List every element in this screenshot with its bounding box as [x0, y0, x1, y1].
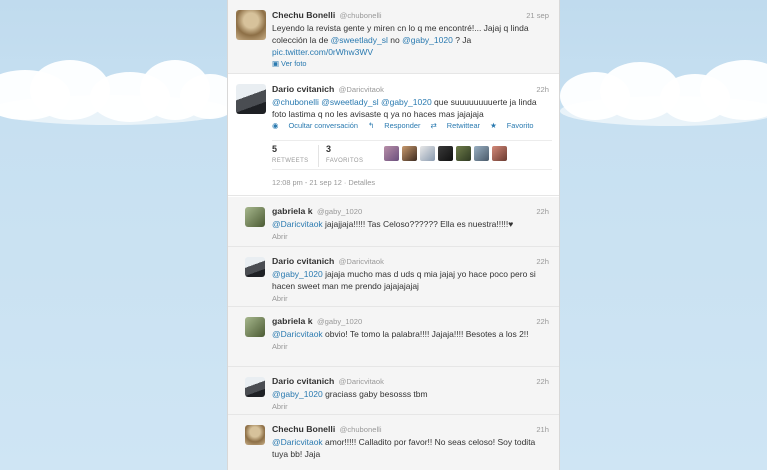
- hide-conversation-label: Ocultar conversación: [288, 121, 358, 130]
- tweet-text: Leyendo la revista gente y miren cn lo q…: [272, 22, 549, 58]
- avatar[interactable]: [245, 425, 265, 445]
- tweet-text: @Daricvitaok jajajjaja!!!!! Tas Celoso??…: [272, 218, 549, 230]
- star-icon: ★: [490, 121, 497, 130]
- reply-button[interactable]: ↰ Responder: [368, 121, 420, 130]
- favoriter-avatar[interactable]: [492, 146, 507, 161]
- tweet-text-part: ? Ja: [455, 35, 472, 45]
- tweet-text-part: jajajjaja!!!!! Tas Celoso?????? Ella es …: [325, 219, 514, 229]
- favoriter-avatar[interactable]: [420, 146, 435, 161]
- favoriter-avatar[interactable]: [456, 146, 471, 161]
- author-handle[interactable]: @gaby_1020: [317, 207, 362, 216]
- tweet-text-part: graciass gaby besosss tbm: [325, 389, 428, 399]
- author-name[interactable]: gabriela k: [272, 206, 313, 216]
- tweet-time[interactable]: 21h: [536, 424, 549, 435]
- retweet-label: Retwittear: [446, 121, 481, 130]
- retweets-stat[interactable]: 5 RETWEETS: [272, 144, 309, 164]
- favorites-stat[interactable]: 3 FAVORITOS: [326, 144, 363, 164]
- author-name[interactable]: Dario cvitanich: [272, 376, 334, 386]
- mention-link[interactable]: @Daricvitaok: [272, 437, 323, 447]
- author-handle[interactable]: @chubonelli: [340, 11, 382, 20]
- mention-link[interactable]: @gaby_1020: [381, 97, 432, 107]
- retweets-count: 5: [272, 144, 278, 154]
- tweet-text: @gaby_1020 jajaja mucho mas d uds q mia …: [272, 268, 549, 292]
- reply-icon: ↰: [368, 121, 375, 130]
- avatar[interactable]: [245, 317, 265, 337]
- author-name[interactable]: Dario cvitanich: [272, 84, 334, 94]
- tweet-item[interactable]: Dario cvitanich @Daricvitaok 22h @gaby_1…: [228, 247, 559, 307]
- photo-icon: ▣: [272, 59, 279, 68]
- tweet-item[interactable]: gabriela k @gaby_1020 22h @Daricvitaok j…: [228, 197, 559, 247]
- retweet-button[interactable]: ⇄ Retwittear: [430, 121, 480, 130]
- avatar[interactable]: [245, 257, 265, 277]
- favoriter-avatar[interactable]: [438, 146, 453, 161]
- tweet-item[interactable]: Chechu Bonelli @chubonelli 21h @Daricvit…: [228, 415, 559, 470]
- author-handle[interactable]: @Daricvitaok: [339, 377, 384, 386]
- retweets-label: RETWEETS: [272, 158, 309, 164]
- mention-link[interactable]: @Daricvitaok: [272, 219, 323, 229]
- author-name[interactable]: Chechu Bonelli: [272, 424, 335, 434]
- author-name[interactable]: gabriela k: [272, 316, 313, 326]
- author-name[interactable]: Dario cvitanich: [272, 256, 334, 266]
- favoriter-avatar[interactable]: [402, 146, 417, 161]
- avatar[interactable]: [245, 207, 265, 227]
- tweet-timestamp-details[interactable]: 12:08 pm - 21 sep 12 · Detalles: [272, 178, 375, 187]
- tweet-stats: 5 RETWEETS 3 FAVORITOS: [272, 140, 552, 170]
- tweet-time[interactable]: 22h: [536, 376, 549, 387]
- stats-divider: [318, 145, 319, 167]
- hide-conversation-button[interactable]: ◉ Ocultar conversación: [272, 121, 358, 130]
- tweet-time[interactable]: 21 sep: [526, 10, 549, 21]
- mention-link[interactable]: @sweetlady_sl: [331, 35, 388, 45]
- mention-link[interactable]: @chubonelli: [272, 97, 319, 107]
- reply-label: Responder: [384, 121, 421, 130]
- tweet-text: @Daricvitaok obvio! Te tomo la palabra!!…: [272, 328, 549, 340]
- tweet-item[interactable]: gabriela k @gaby_1020 22h @Daricvitaok o…: [228, 307, 559, 367]
- open-tweet-button[interactable]: Abrir: [272, 402, 549, 411]
- favoriter-avatar[interactable]: [474, 146, 489, 161]
- open-tweet-button[interactable]: Abrir: [272, 294, 549, 303]
- favorite-label: Favorito: [506, 121, 534, 130]
- mention-link[interactable]: @gaby_1020: [402, 35, 453, 45]
- author-handle[interactable]: @Daricvitaok: [339, 257, 384, 266]
- view-photo-label: Ver foto: [281, 59, 307, 68]
- mention-link[interactable]: @sweetlady_sl: [321, 97, 378, 107]
- author-handle[interactable]: @Daricvitaok: [339, 85, 384, 94]
- avatar[interactable]: [236, 84, 266, 114]
- author-handle[interactable]: @gaby_1020: [317, 317, 362, 326]
- favorite-button[interactable]: ★ Favorito: [490, 121, 533, 130]
- open-tweet-button[interactable]: Abrir: [272, 232, 549, 241]
- mention-link[interactable]: @Daricvitaok: [272, 329, 323, 339]
- tweet-time[interactable]: 22h: [536, 206, 549, 217]
- mention-link[interactable]: @gaby_1020: [272, 389, 323, 399]
- open-tweet-button[interactable]: Abrir: [272, 342, 549, 351]
- author-name[interactable]: Chechu Bonelli: [272, 10, 335, 20]
- tweet-time[interactable]: 22h: [536, 84, 549, 95]
- speech-bubble-icon: ◉: [272, 121, 279, 130]
- tweet-text: @Daricvitaok amor!!!!! Calladito por fav…: [272, 436, 549, 460]
- tweet-text-part: Leyendo la revista gente y miren cn lo q…: [272, 23, 529, 45]
- favoriter-avatar[interactable]: [384, 146, 399, 161]
- tweet-actions: ◉ Ocultar conversación ↰ Responder ⇄ Ret…: [272, 121, 549, 130]
- retweet-icon: ⇄: [430, 121, 437, 130]
- tweet-timeline: Chechu Bonelli @chubonelli 21 sep Leyend…: [227, 0, 560, 470]
- tweet-text-part: obvio! Te tomo la palabra!!!! Jajaja!!!!…: [325, 329, 529, 339]
- view-photo-button[interactable]: ▣ Ver foto: [272, 59, 549, 68]
- tweet-text: @chubonelli @sweetlady_sl @gaby_1020 que…: [272, 96, 549, 120]
- tweet-text-part: no: [390, 35, 400, 45]
- tweet-time[interactable]: 22h: [536, 256, 549, 267]
- tweet-item[interactable]: Dario cvitanich @Daricvitaok 22h @gaby_1…: [228, 367, 559, 415]
- favorites-label: FAVORITOS: [326, 158, 364, 164]
- tweet-item[interactable]: Chechu Bonelli @chubonelli 21 sep Leyend…: [228, 0, 559, 74]
- avatar[interactable]: [245, 377, 265, 397]
- tweet-text: @gaby_1020 graciass gaby besosss tbm: [272, 388, 549, 400]
- author-handle[interactable]: @chubonelli: [340, 425, 382, 434]
- avatar[interactable]: [236, 10, 266, 40]
- favorites-count: 3: [326, 144, 332, 154]
- tweet-time[interactable]: 22h: [536, 316, 549, 327]
- photo-link[interactable]: pic.twitter.com/0rWhw3WV: [272, 47, 373, 57]
- mention-link[interactable]: @gaby_1020: [272, 269, 323, 279]
